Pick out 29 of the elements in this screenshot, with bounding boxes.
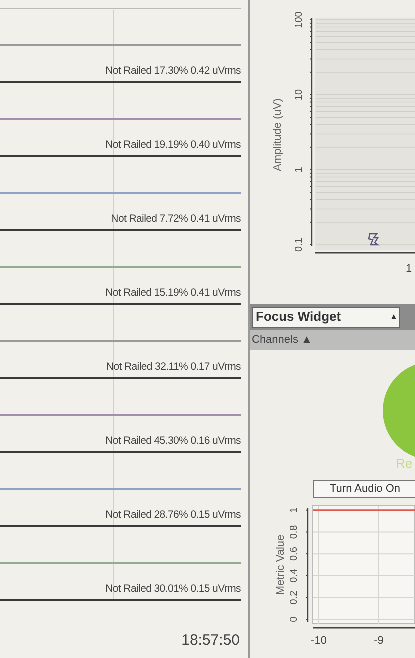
axis-label: Metric Value [275, 534, 287, 596]
tick-label: 1 [289, 508, 300, 514]
channel-status: Not Railed 15.19% 0.41 uVrms [106, 286, 241, 302]
audio-button[interactable]: Turn Audio On [313, 480, 415, 498]
tick-label: 0.1 [294, 238, 305, 252]
tick-label: 0.2 [289, 590, 300, 605]
tick-label: 100 [294, 12, 305, 28]
tick-label: 0.8 [289, 525, 300, 540]
tick-label: -9 [374, 635, 384, 647]
scribble-icon [368, 233, 380, 246]
channel-status: Not Railed 17.30% 0.42 uVrms [106, 64, 241, 80]
channel-status: Not Railed 19.19% 0.40 uVrms [106, 138, 241, 154]
tick-label: 0.6 [289, 547, 300, 562]
tick-label: 1 [294, 167, 305, 173]
channel-status: Not Railed 45.30% 0.16 uVrms [106, 434, 241, 450]
channel-status: Not Railed 28.76% 0.15 uVrms [106, 508, 241, 524]
tick-label: 0.4 [289, 568, 300, 583]
tick-label: -10 [311, 635, 327, 647]
channel-status: Not Railed 30.01% 0.15 uVrms [106, 582, 241, 598]
tick-label: 1 [406, 263, 412, 275]
tick-label: 10 [294, 89, 305, 101]
axis-label: Amplitude (uV) [272, 98, 284, 172]
timestamp: 18:57:50 [182, 630, 240, 650]
tick-label: 0 [289, 616, 300, 622]
widget-dropdown[interactable]: Focus Widget ▴ [252, 306, 400, 328]
status-text: Re [396, 455, 413, 473]
dropdown-arrow-icon: ▴ [392, 311, 396, 323]
channel-status: Not Railed 32.11% 0.17 uVrms [106, 360, 241, 376]
channel-status: Not Railed 7.72% 0.41 uVrms [111, 212, 241, 228]
